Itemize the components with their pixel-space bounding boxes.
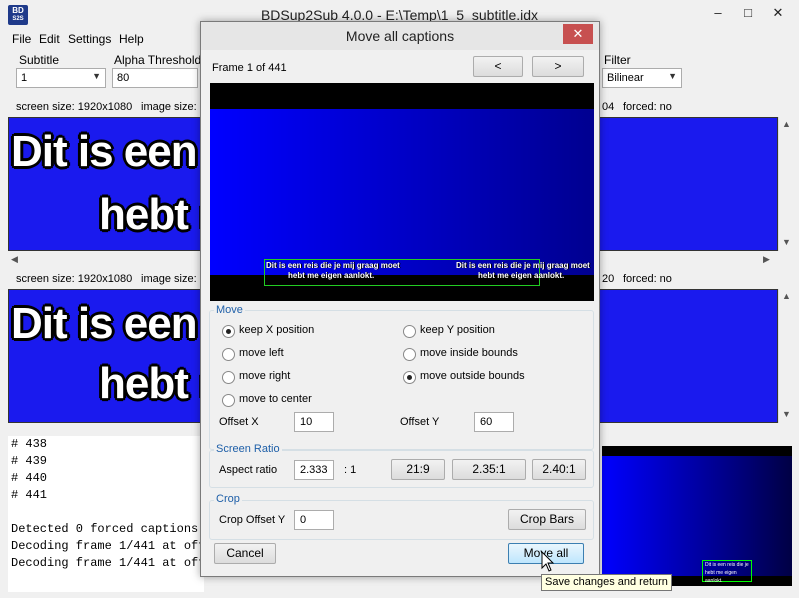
aspect-ratio-input[interactable]: 2.333 — [294, 460, 334, 480]
cancel-button[interactable]: Cancel — [214, 543, 276, 564]
menu-help[interactable]: Help — [119, 32, 144, 46]
scroll-down-icon[interactable]: ▼ — [782, 409, 791, 419]
target-image-size: image size: — [141, 273, 197, 285]
offset-y-label: Offset Y — [400, 416, 440, 428]
tooltip: Save changes and return — [541, 574, 672, 591]
log-line: # 438 — [11, 437, 48, 451]
log-line: Decoding frame 1/441 at off — [11, 539, 204, 553]
close-icon[interactable]: ✕ — [764, 2, 792, 24]
scroll-up-icon[interactable]: ▲ — [782, 291, 791, 301]
log-line: # 441 — [11, 488, 48, 502]
move-legend: Move — [214, 304, 245, 316]
scroll-left-icon[interactable]: ◀ — [11, 254, 18, 265]
target-vertical-scrollbar[interactable]: ▲ ▼ — [778, 289, 794, 423]
alpha-threshold-label: Alpha Threshold — [114, 53, 202, 67]
offset-x-label: Offset X — [219, 416, 259, 428]
log-line: Decoding frame 1/441 at off — [11, 556, 204, 570]
subtitle-label: Subtitle — [19, 53, 60, 67]
target-forced: forced: no — [623, 273, 672, 285]
target-info-fragment: 20 — [602, 273, 615, 285]
ratio-2-40-button[interactable]: 2.40:1 — [532, 459, 586, 480]
close-icon[interactable]: ✕ — [563, 24, 593, 44]
log-line: # 439 — [11, 454, 48, 468]
alpha-threshold-select[interactable]: 80 — [112, 68, 198, 88]
log-line: # 440 — [11, 471, 48, 485]
filter-label: Filter — [604, 53, 631, 67]
menu-edit[interactable]: Edit — [39, 32, 60, 46]
offset-x-input[interactable]: 10 — [294, 412, 334, 432]
crop-offset-label: Crop Offset Y — [219, 514, 286, 526]
source-image-size: image size: — [141, 101, 197, 113]
letterbox-bar — [210, 83, 594, 109]
filter-select[interactable]: Bilinear ▼ — [602, 68, 682, 88]
frame-thumbnail: Dit is een reis die je hebt me eigen aan… — [602, 446, 792, 586]
menu-settings[interactable]: Settings — [68, 32, 111, 46]
menu-file[interactable]: File — [12, 32, 31, 46]
preview-caption-left: Dit is een reis die je mij graag moet he… — [266, 261, 400, 280]
move-captions-dialog: Move all captions ✕ Frame 1 of 441 < > D… — [200, 21, 600, 577]
chevron-down-icon: ▼ — [92, 71, 101, 81]
thumbnail-caption-line: hebt me eigen aanlokt. — [705, 570, 737, 584]
offset-y-input[interactable]: 60 — [474, 412, 514, 432]
source-forced: forced: no — [623, 101, 672, 113]
scroll-up-icon[interactable]: ▲ — [782, 119, 791, 129]
next-frame-button[interactable]: > — [532, 56, 584, 77]
letterbox-bar — [602, 446, 792, 456]
crop-bars-button[interactable]: Crop Bars — [508, 509, 586, 530]
log-line: Detected 0 forced captions. — [11, 522, 204, 536]
screen-ratio-legend: Screen Ratio — [214, 443, 282, 455]
chevron-down-icon: ▼ — [668, 71, 677, 81]
dialog-title-bar: Move all captions ✕ — [201, 22, 599, 50]
log-output: # 438 # 439 # 440 # 441 Detected 0 force… — [8, 436, 204, 592]
target-screen-size: screen size: 1920x1080 — [16, 273, 133, 285]
scroll-right-icon[interactable]: ▶ — [763, 254, 770, 265]
source-vertical-scrollbar[interactable]: ▲ ▼ — [778, 117, 794, 251]
aspect-ratio-suffix: : 1 — [344, 464, 357, 476]
aspect-ratio-label: Aspect ratio — [219, 464, 278, 476]
preview-caption-right: Dit is een reis die je mij graag moet he… — [456, 261, 590, 280]
previous-frame-button[interactable]: < — [473, 56, 523, 77]
mouse-cursor-icon — [541, 551, 555, 572]
maximize-icon[interactable]: □ — [734, 2, 762, 24]
thumbnail-caption-box: Dit is een reis die je hebt me eigen aan… — [702, 560, 752, 584]
ratio-2-35-button[interactable]: 2.35:1 — [452, 459, 526, 480]
caption-preview: Dit is een reis die je mij graag moet he… — [210, 83, 594, 301]
minimize-icon[interactable]: – — [704, 2, 732, 24]
dialog-title: Move all captions — [345, 28, 455, 44]
frame-counter: Frame 1 of 441 — [212, 62, 287, 74]
crop-offset-input[interactable]: 0 — [294, 510, 334, 530]
scroll-down-icon[interactable]: ▼ — [782, 237, 791, 247]
subtitle-select[interactable]: 1 ▼ — [16, 68, 106, 88]
source-screen-size: screen size: 1920x1080 — [16, 101, 133, 113]
ratio-21-9-button[interactable]: 21:9 — [391, 459, 445, 480]
source-info-fragment: 04 — [602, 101, 615, 113]
crop-legend: Crop — [214, 493, 242, 505]
thumbnail-caption-line: Dit is een reis die je — [705, 562, 749, 568]
